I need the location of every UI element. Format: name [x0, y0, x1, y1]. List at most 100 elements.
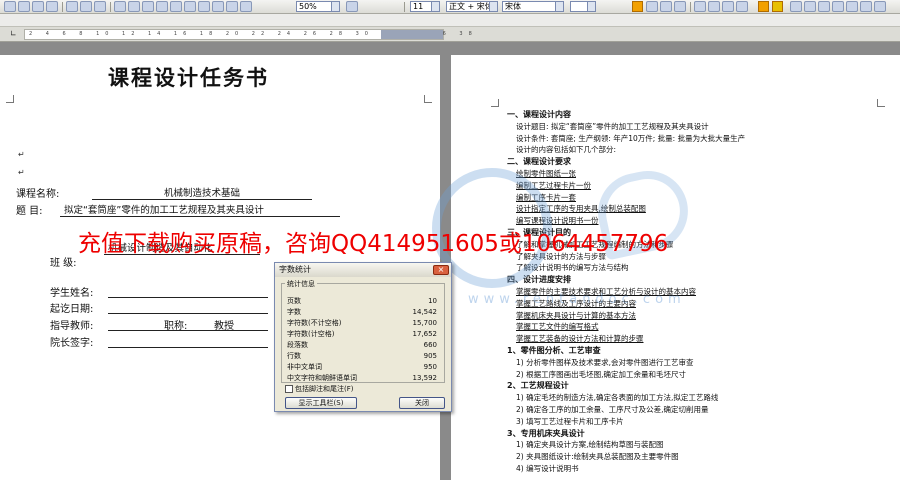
right-page-line: 2、工艺规程设计	[507, 381, 569, 391]
stat-value: 905	[423, 352, 437, 360]
student-name-label: 学生姓名:	[50, 288, 94, 299]
stat-row: 段落数 660	[287, 341, 437, 350]
document-map-icon[interactable]	[226, 1, 238, 12]
align-left-icon[interactable]	[694, 1, 706, 12]
horizontal-ruler[interactable]: 2 4 6 8 10 12 14 16 18 20 22 24 26 28 30…	[24, 29, 472, 40]
toolbar-band	[0, 14, 900, 27]
stat-label: 字符数(计空格)	[287, 330, 335, 338]
excel-icon[interactable]	[184, 1, 196, 12]
align-center-icon[interactable]	[708, 1, 720, 12]
right-page-line: 一、课程设计内容	[507, 110, 571, 119]
redo-icon[interactable]	[128, 1, 140, 12]
right-page-line: 掌握机床夹具设计与计算的基本方法	[516, 310, 636, 320]
numbering-icon[interactable]	[790, 1, 802, 12]
increase-indent-icon[interactable]	[832, 1, 844, 12]
right-page-line: 4) 编写设计说明书	[516, 464, 579, 473]
stat-label: 行数	[287, 352, 301, 360]
stat-label: 字符数(不计空格)	[287, 319, 342, 327]
columns-icon[interactable]	[198, 1, 210, 12]
undo-icon[interactable]	[114, 1, 126, 12]
stat-row: 字数 14,542	[287, 308, 437, 317]
zoom-value: 50%	[299, 2, 317, 11]
stat-value: 660	[423, 341, 437, 349]
copy-icon[interactable]	[80, 1, 92, 12]
align-right-icon[interactable]	[722, 1, 734, 12]
date-range-label: 起讫日期:	[50, 304, 94, 315]
decrease-indent-icon[interactable]	[818, 1, 830, 12]
print-icon[interactable]	[46, 1, 58, 12]
stat-label: 页数	[287, 297, 301, 305]
stat-value: 14,542	[412, 308, 438, 316]
shrink-font-icon[interactable]	[874, 1, 886, 12]
topic-value: 拟定“套筒座”零件的加工工艺规程及其夹具设计	[60, 202, 340, 217]
right-page-line: 2) 根据工序图画出毛坯图,确定加工余量和毛坯尺寸	[516, 369, 686, 379]
show-hide-icon[interactable]	[240, 1, 252, 12]
outside-border-icon[interactable]	[846, 1, 858, 12]
style-value: 正文 + 宋体	[449, 2, 493, 11]
paste-icon[interactable]	[94, 1, 106, 12]
right-page-line: 3、专用机床夹具设计	[507, 428, 585, 438]
stat-value: 17,652	[412, 330, 438, 338]
italic-icon[interactable]	[646, 1, 658, 12]
dialog-title: 字数统计	[275, 263, 451, 277]
right-page-line: 1) 分析零件图样及技术要求,会对零件图进行工艺审查	[516, 357, 694, 367]
bold-icon[interactable]	[632, 1, 643, 12]
insert-table-icon[interactable]	[170, 1, 182, 12]
right-page-line: 掌握工艺装备的设计方法和计算的步骤	[516, 334, 644, 344]
stat-label: 中文字符和朝鲜语单词	[287, 374, 357, 382]
stat-row: 行数 905	[287, 352, 437, 361]
show-toolbar-button[interactable]: 显示工具栏(S)	[285, 397, 357, 409]
ruler-bar: ∟ 2 4 6 8 10 12 14 16 18 20 22 24 26 28 …	[0, 27, 900, 42]
stat-row: 字符数(不计空格) 15,700	[287, 319, 437, 328]
advisor-label: 指导教师:	[50, 321, 94, 332]
cut-icon[interactable]	[66, 1, 78, 12]
page-title: 课程设计任务书	[108, 65, 269, 90]
font-size-combo[interactable]	[570, 1, 596, 12]
close-icon[interactable]: ×	[433, 265, 449, 275]
highlight-icon[interactable]	[758, 1, 769, 12]
help-icon[interactable]	[346, 1, 358, 12]
save-icon[interactable]	[32, 1, 44, 12]
right-page-line: 设计题目: 拟定“套筒座”零件的加工工艺规程及其夹具设计	[516, 121, 709, 131]
stat-value: 950	[423, 363, 437, 371]
char-border-icon[interactable]	[674, 1, 686, 12]
stat-row: 字符数(计空格) 17,652	[287, 330, 437, 339]
style-select[interactable]: 正文 + 宋体	[446, 1, 498, 12]
checkbox-label: 包括脚注和尾注(F)	[295, 385, 354, 393]
font-name-select[interactable]: 宋体	[502, 1, 564, 12]
stat-row: 非中文单词 950	[287, 363, 437, 372]
right-page-line: 2) 确定各工序的加工余量、工序尺寸及公差,确定切削用量	[516, 405, 709, 414]
new-document-icon[interactable]	[4, 1, 16, 12]
class-label: 班 级:	[50, 258, 77, 269]
paragraph-mark: ↵	[18, 150, 25, 159]
font-size-value: 11	[413, 2, 424, 11]
promo-overlay-text: 充值下载购买原稿，咨询QQ414951605或1064457796	[78, 231, 669, 257]
stat-value: 10	[428, 297, 437, 305]
right-page-line: 1、零件图分析、工艺审查	[507, 346, 601, 355]
right-page-line: 3) 填写工艺过程卡片和工序卡片	[516, 416, 624, 426]
right-page-line: 2) 夹具图纸设计:绘制夹具总装配图及主要零件图	[516, 452, 679, 462]
ruler-margin	[381, 30, 443, 39]
drawing-icon[interactable]	[212, 1, 224, 12]
tab-selector-icon[interactable]: ∟	[10, 29, 17, 38]
font-color-icon[interactable]	[772, 1, 783, 12]
include-footnotes-checkbox[interactable]: 包括脚注和尾注(F)	[285, 384, 354, 394]
stat-value: 15,700	[412, 319, 438, 327]
course-name-label: 课程名称:	[16, 189, 60, 200]
close-button[interactable]: 关闭	[399, 397, 445, 409]
dean-signature-label: 院长签字:	[50, 338, 94, 349]
bullets-icon[interactable]	[804, 1, 816, 12]
underline-icon[interactable]	[660, 1, 672, 12]
zoom-select[interactable]: 50%	[296, 1, 340, 12]
table-icon[interactable]	[156, 1, 168, 12]
stat-label: 字数	[287, 308, 301, 316]
font-size-select[interactable]: 11	[410, 1, 440, 12]
grow-font-icon[interactable]	[860, 1, 872, 12]
stat-value: 13,592	[412, 374, 438, 382]
open-icon[interactable]	[18, 1, 30, 12]
topic-label: 题 目:	[16, 206, 43, 217]
hyperlink-icon[interactable]	[142, 1, 154, 12]
right-page-line: 掌握工艺文件的编写格式	[516, 322, 599, 332]
justify-icon[interactable]	[736, 1, 748, 12]
statistics-group-label: 统计信息	[285, 279, 317, 289]
